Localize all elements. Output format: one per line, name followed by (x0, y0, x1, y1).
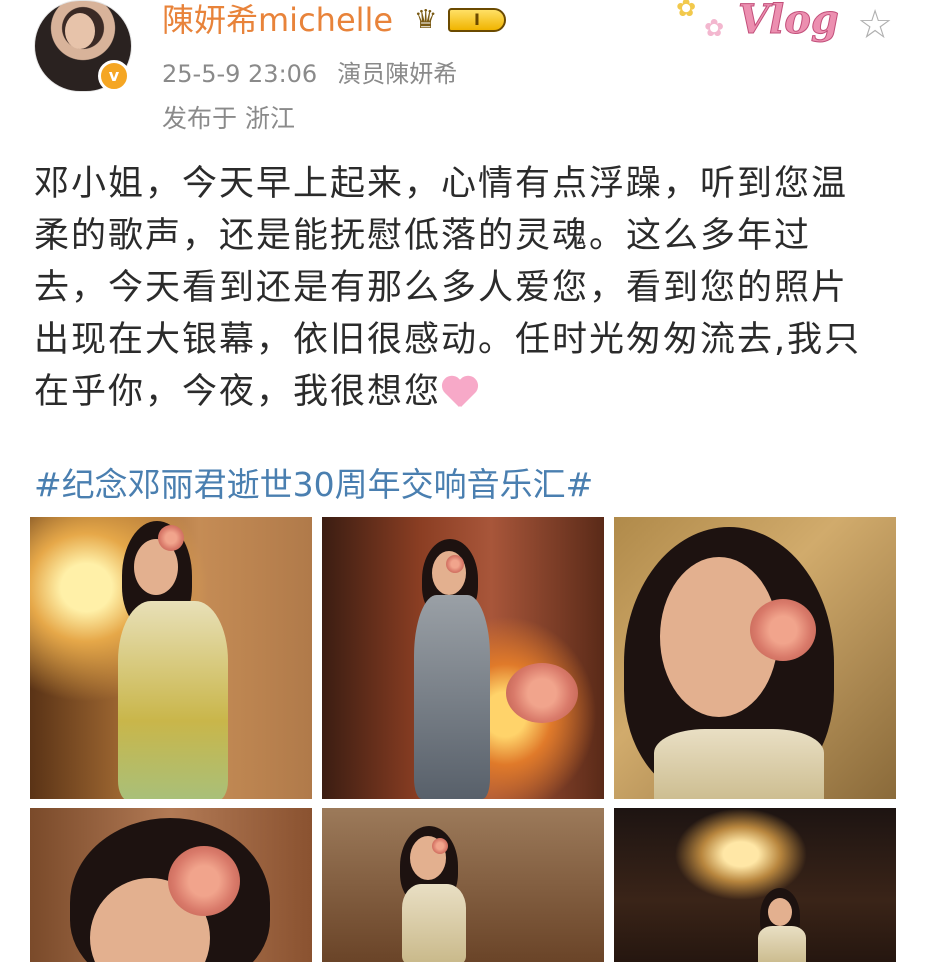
post-line: 邓小姐，今天早上起来，心情有点浮躁，听到您温 (34, 164, 849, 204)
photo-subject-face (768, 898, 792, 926)
photo-subject-dress (402, 884, 466, 962)
photo-1[interactable] (30, 517, 312, 799)
photo-2[interactable] (322, 517, 604, 799)
favorite-star-icon[interactable]: ☆ (854, 4, 896, 46)
photo-3[interactable] (614, 517, 896, 799)
vlog-text: Vlog (738, 0, 840, 44)
photo-5[interactable] (322, 808, 604, 962)
post-timestamp: 25-5-9 23:06 (162, 60, 318, 88)
rose-ornament (168, 846, 240, 916)
vip-badge[interactable]: ♛ I (414, 4, 508, 34)
crown-icon: ♛ (414, 5, 438, 35)
post-line: 柔的歌声，还是能抚慰低落的灵魂。这么多年过 (34, 216, 812, 256)
flower-icon: ✿ (676, 0, 697, 22)
post-meta: 25-5-9 23:06 演员陳妍希 (162, 58, 457, 90)
post-line-last: 在乎你，今夜，我很想您 (34, 366, 902, 418)
author-name[interactable]: 陳妍希michelle (162, 0, 393, 40)
photo-4[interactable] (30, 808, 312, 962)
photo-subject-dress (758, 926, 806, 962)
post-line: 去，今天看到还是有那么多人爱您，看到您的照片 (34, 268, 849, 308)
pink-heart-icon (441, 375, 479, 409)
photo-subject-dress (654, 729, 824, 799)
verified-badge-icon: v (98, 60, 130, 92)
post-source[interactable]: 演员陳妍希 (337, 60, 457, 88)
post-body: 邓小姐，今天早上起来，心情有点浮躁，听到您温 柔的歌声，还是能抚慰低落的灵魂。这么… (34, 158, 902, 418)
rose-ornament (446, 555, 464, 573)
rose-ornament (158, 525, 184, 551)
rose-ornament (750, 599, 816, 661)
photo-subject-dress (118, 601, 228, 799)
vip-level: I (448, 8, 506, 32)
rose-bouquet (506, 663, 578, 723)
hashtag-link[interactable]: #纪念邓丽君逝世30周年交响音乐汇# (34, 464, 593, 506)
flower-icon: ✿ (704, 14, 725, 42)
vlog-sticker: ✿ ✿ Vlog (672, 0, 858, 48)
photo-6[interactable] (614, 808, 896, 962)
rose-ornament (432, 838, 448, 854)
avatar-face (65, 13, 95, 49)
post-line: 出现在大银幕，依旧很感动。任时光匆匆流去,我只 (34, 320, 862, 360)
post-line: 在乎你，今夜，我很想您 (34, 372, 442, 412)
post-location: 发布于 浙江 (162, 104, 295, 133)
photo-subject-dress (414, 595, 490, 799)
